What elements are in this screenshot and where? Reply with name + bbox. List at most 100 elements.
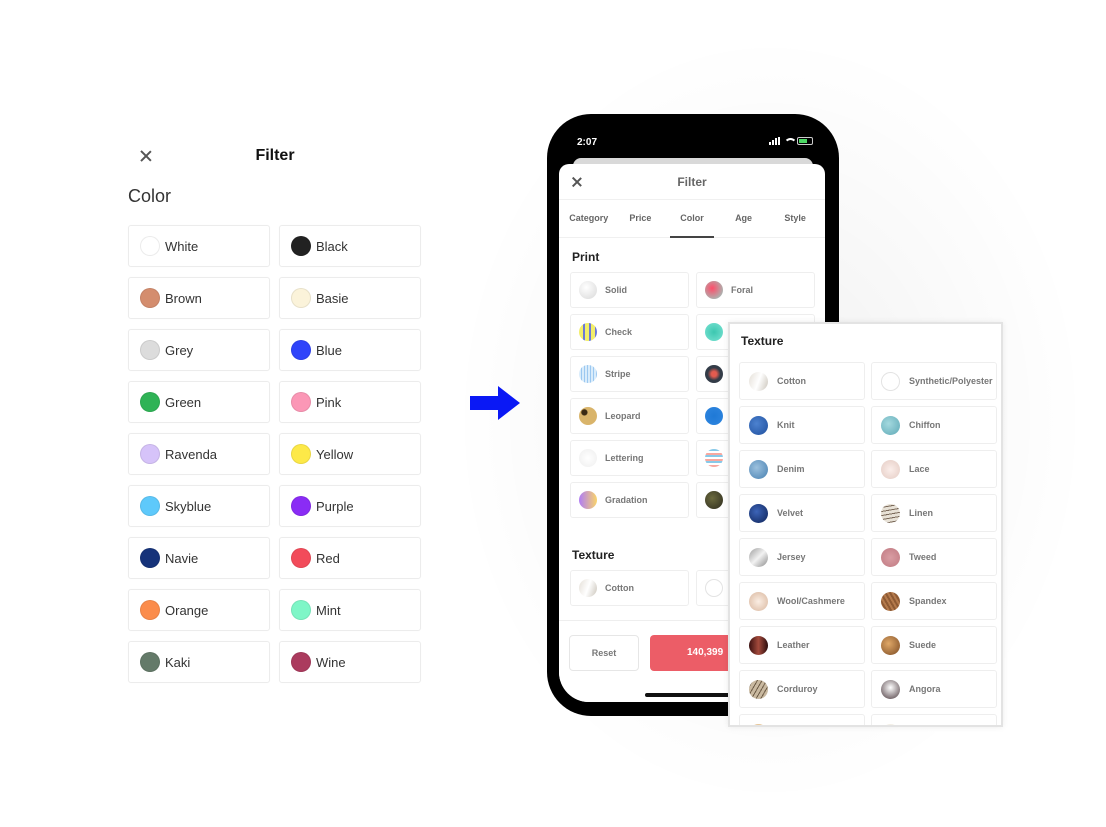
texture-option-cotton[interactable]: Cotton xyxy=(739,362,865,400)
color-option-navie[interactable]: Navie xyxy=(128,537,270,579)
texture-swatch-icon xyxy=(749,723,768,725)
texture-swatch-icon xyxy=(881,503,900,523)
color-label: Navie xyxy=(165,550,199,566)
reset-button[interactable]: Reset xyxy=(569,635,639,671)
color-option-mint[interactable]: Mint xyxy=(279,589,421,631)
texture-option-angora[interactable]: Angora xyxy=(871,670,997,708)
print-option-check[interactable]: Check xyxy=(570,314,689,350)
texture-swatch-icon xyxy=(749,547,768,567)
color-swatch-icon xyxy=(140,600,160,620)
texture-option-velvet[interactable]: Velvet xyxy=(739,494,865,532)
color-option-wine[interactable]: Wine xyxy=(279,641,421,683)
texture-label: Synthetic/Polyester xyxy=(909,376,993,386)
print-label: Foral xyxy=(731,285,754,295)
print-option-stripe[interactable]: Stripe xyxy=(570,356,689,392)
color-label: Kaki xyxy=(165,654,191,670)
print-option-foral[interactable]: Foral xyxy=(696,272,815,308)
color-swatch-icon xyxy=(140,548,160,568)
print-option-gradation[interactable]: Gradation xyxy=(570,482,689,518)
color-swatch-icon xyxy=(140,444,160,464)
print-swatch-icon xyxy=(705,491,723,509)
texture-option-tweed[interactable]: Tweed xyxy=(871,538,997,576)
print-swatch-icon xyxy=(705,407,723,425)
texture-option-corduroy[interactable]: Corduroy xyxy=(739,670,865,708)
color-swatch-icon xyxy=(140,236,160,256)
tab-category[interactable]: Category xyxy=(563,200,615,237)
print-label: Lettering xyxy=(605,453,644,463)
texture-option-cotton[interactable]: Cotton xyxy=(570,570,689,606)
texture-label: Chiffon xyxy=(909,420,941,430)
status-icons xyxy=(769,137,813,145)
color-option-green[interactable]: Green xyxy=(128,381,270,423)
texture-label: Knit xyxy=(777,420,795,430)
color-grid: White Black Brown Basie Grey Blue Green Pink Rav… xyxy=(128,225,421,683)
color-option-black[interactable]: Black xyxy=(279,225,421,267)
texture-option-denim[interactable]: Denim xyxy=(739,450,865,488)
texture-option-unlabeled[interactable] xyxy=(871,714,997,725)
color-option-red[interactable]: Red xyxy=(279,537,421,579)
color-option-purple[interactable]: Purple xyxy=(279,485,421,527)
texture-option-leather[interactable]: Leather xyxy=(739,626,865,664)
color-option-pink[interactable]: Pink xyxy=(279,381,421,423)
color-label: White xyxy=(165,238,199,254)
print-option-lettering[interactable]: Lettering xyxy=(570,440,689,476)
color-option-skyblue[interactable]: Skyblue xyxy=(128,485,270,527)
color-option-ravenda[interactable]: Ravenda xyxy=(128,433,270,475)
color-label: Green xyxy=(165,394,202,410)
color-option-brown[interactable]: Brown xyxy=(128,277,270,319)
print-label: Leopard xyxy=(605,411,641,421)
print-option-solid[interactable]: Solid xyxy=(570,272,689,308)
texture-swatch-icon xyxy=(881,547,900,567)
signal-icon xyxy=(769,137,780,145)
color-swatch-icon xyxy=(291,652,311,672)
color-option-blue[interactable]: Blue xyxy=(279,329,421,371)
texture-label: Jersey xyxy=(777,552,806,562)
texture-swatch-icon xyxy=(749,503,768,523)
color-option-basie[interactable]: Basie xyxy=(279,277,421,319)
texture-swatch-icon xyxy=(881,723,900,725)
texture-label: Cotton xyxy=(777,376,806,386)
print-option-leopard[interactable]: Leopard xyxy=(570,398,689,434)
print-swatch-icon xyxy=(705,365,723,383)
color-option-orange[interactable]: Orange xyxy=(128,589,270,631)
texture-label: Cotton xyxy=(605,583,634,593)
status-time: 2:07 xyxy=(577,137,598,148)
texture-swatch-icon xyxy=(881,679,900,699)
color-option-white[interactable]: White xyxy=(128,225,270,267)
texture-option-linen[interactable]: Linen xyxy=(871,494,997,532)
texture-swatch-icon xyxy=(749,371,768,391)
tab-color[interactable]: Color xyxy=(666,200,718,238)
print-label: Check xyxy=(605,327,633,337)
texture-label: Suede xyxy=(909,640,937,650)
color-option-yellow[interactable]: Yellow xyxy=(279,433,421,475)
color-label: Skyblue xyxy=(165,498,212,514)
texture-option-jersey[interactable]: Jersey xyxy=(739,538,865,576)
tab-style[interactable]: Style xyxy=(769,200,821,237)
texture-option-chiffon[interactable]: Chiffon xyxy=(871,406,997,444)
section-title-color: Color xyxy=(128,186,172,206)
texture-option-knit[interactable]: Knit xyxy=(739,406,865,444)
color-swatch-icon xyxy=(291,444,311,464)
color-option-kaki[interactable]: Kaki xyxy=(128,641,270,683)
texture-swatch-icon xyxy=(881,415,900,435)
texture-option-lace[interactable]: Lace xyxy=(871,450,997,488)
filter-header: Filter xyxy=(559,164,825,200)
arrow-right-icon xyxy=(470,386,520,420)
color-label: Brown xyxy=(165,290,202,306)
arrow-shape xyxy=(470,386,520,420)
texture-option-synthetic-polyester[interactable]: Synthetic/Polyester xyxy=(871,362,997,400)
color-label: Grey xyxy=(165,342,194,358)
texture-option-suede[interactable]: Suede xyxy=(871,626,997,664)
color-option-grey[interactable]: Grey xyxy=(128,329,270,371)
texture-swatch-icon xyxy=(749,459,768,479)
texture-option-unlabeled[interactable] xyxy=(739,714,865,725)
texture-option-wool-cashmere[interactable]: Wool/Cashmere xyxy=(739,582,865,620)
print-swatch-icon xyxy=(705,449,723,467)
tab-age[interactable]: Age xyxy=(718,200,770,237)
color-label: Orange xyxy=(165,602,209,618)
texture-option-spandex[interactable]: Spandex xyxy=(871,582,997,620)
color-label: Blue xyxy=(316,342,343,358)
tab-price[interactable]: Price xyxy=(615,200,667,237)
texture-label: Corduroy xyxy=(777,684,818,694)
print-swatch-icon xyxy=(579,281,597,299)
